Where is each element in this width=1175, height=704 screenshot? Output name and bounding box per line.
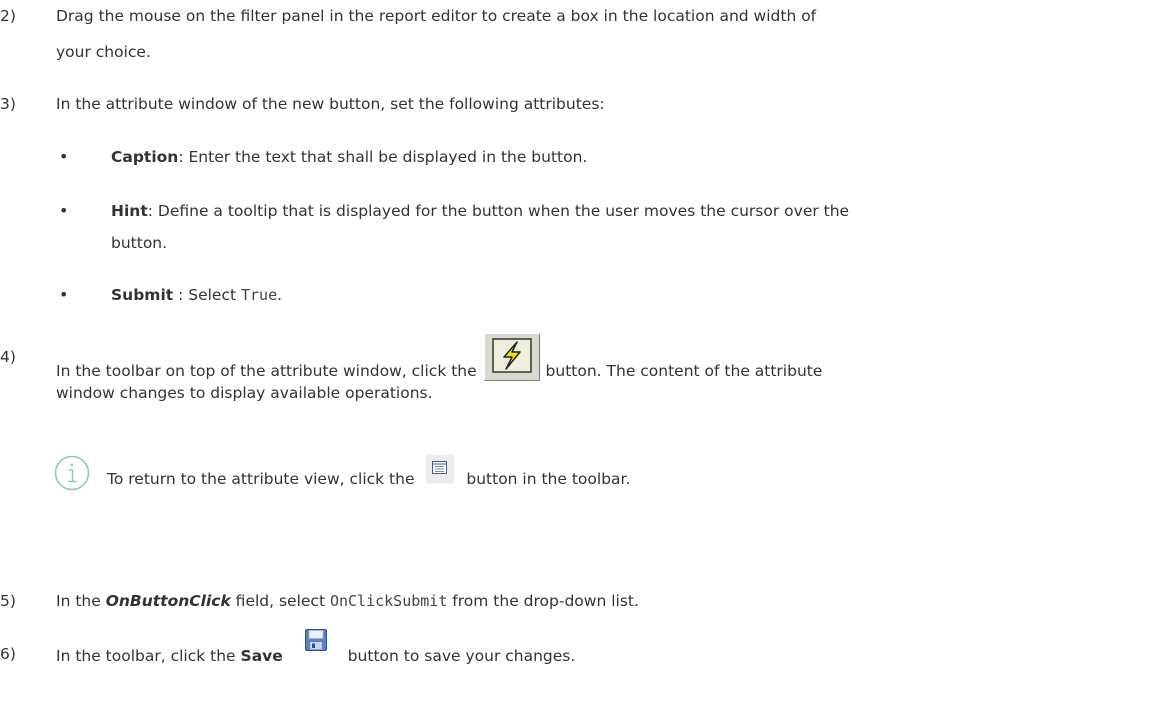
list-view-icon xyxy=(425,454,456,493)
step-number: 4) xyxy=(0,348,16,366)
term-submit: Submit xyxy=(111,286,174,304)
bullet-dot: • xyxy=(59,147,69,166)
step-number: 5) xyxy=(0,592,16,610)
step-number: 2) xyxy=(0,7,16,25)
bullet-dot: • xyxy=(59,201,69,220)
step-number: 6) xyxy=(0,645,16,663)
step-text: Drag the mouse on the filter panel in th… xyxy=(56,7,817,25)
step-number: 3) xyxy=(0,95,16,113)
bullet-submit: • Submit : Select True. xyxy=(0,281,1160,309)
step-text: In the toolbar, click the Save button to… xyxy=(56,629,1160,673)
code-onclicksubmit: OnClickSubmit xyxy=(329,592,448,610)
step-2-continued: your choice. xyxy=(56,43,151,61)
bullet-dot: • xyxy=(59,285,69,304)
step-5: 5) In the OnButtonClick field, select On… xyxy=(0,587,1160,615)
step-text: In the OnButtonClick field, select OnCli… xyxy=(56,592,639,610)
term-caption: Caption xyxy=(111,148,179,166)
info-icon xyxy=(54,455,90,495)
code-true: True xyxy=(241,286,278,304)
save-label: Save xyxy=(240,647,283,665)
bullet-hint: • Hint: Define a tooltip that is display… xyxy=(0,197,1160,225)
step-2: 2) Drag the mouse on the filter panel in… xyxy=(0,2,1160,30)
term-hint: Hint xyxy=(111,202,148,220)
step-text: In the attribute window of the new butto… xyxy=(56,95,605,113)
bullet-caption: • Caption: Enter the text that shall be … xyxy=(0,143,1160,171)
note-text: To return to the attribute view, click t… xyxy=(107,454,630,499)
field-onbuttonclick: OnButtonClick xyxy=(105,592,231,610)
bullet-hint-continued: button. xyxy=(111,234,168,252)
step-3: 3) In the attribute window of the new bu… xyxy=(0,90,1160,118)
step-6: 6) In the toolbar, click the Save button… xyxy=(0,629,1160,673)
floppy-disk-icon xyxy=(304,628,328,661)
step-4-continued: window changes to display available oper… xyxy=(56,384,433,402)
